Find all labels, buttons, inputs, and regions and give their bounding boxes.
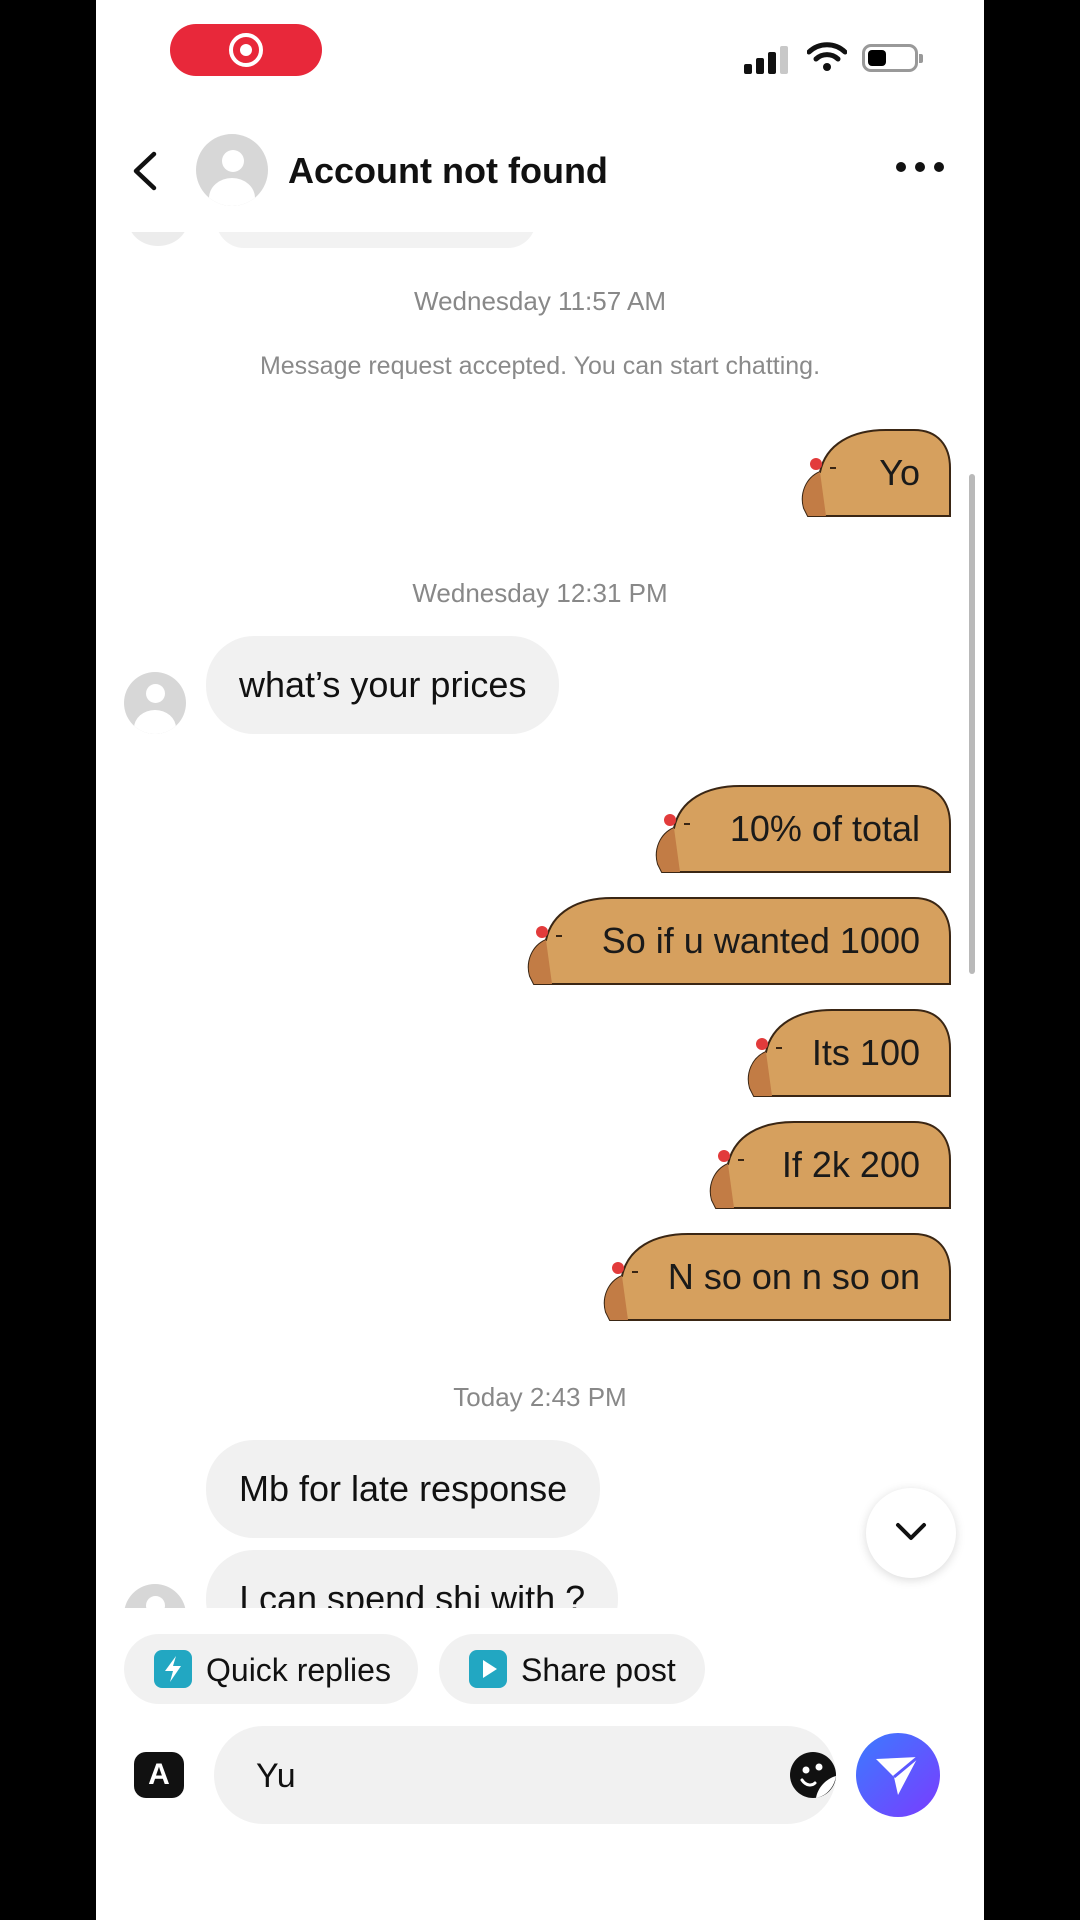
- send-button[interactable]: [856, 1733, 940, 1817]
- sticker-message[interactable]: Its 100: [742, 1004, 954, 1104]
- scrollbar[interactable]: [969, 474, 975, 974]
- message-bubble[interactable]: what’s your prices: [206, 636, 560, 734]
- share-post-button[interactable]: Share post: [439, 1634, 705, 1704]
- avatar[interactable]: [196, 134, 268, 206]
- sticker-icon[interactable]: [788, 1750, 838, 1800]
- message-text: 10% of total: [729, 808, 920, 849]
- message-bubble[interactable]: [216, 232, 536, 248]
- sticker-message[interactable]: So if u wanted 1000: [522, 892, 954, 992]
- sticker-message[interactable]: Yo: [796, 424, 954, 524]
- message-list[interactable]: Wednesday 11:57 AM Message request accep…: [96, 232, 984, 1608]
- message-bubble[interactable]: Mb for late response: [206, 1440, 601, 1538]
- signal-icon: [744, 44, 788, 74]
- more-icon[interactable]: [896, 160, 944, 174]
- message-bubble[interactable]: I can spend shi with ?: [206, 1550, 619, 1608]
- share-post-label: Share post: [521, 1652, 676, 1688]
- scroll-to-bottom-button[interactable]: [866, 1488, 956, 1578]
- message-text: Yo: [879, 452, 920, 493]
- quick-replies-label: Quick replies: [206, 1652, 391, 1688]
- wifi-icon: [807, 42, 847, 71]
- chevron-down-icon: [896, 1523, 926, 1540]
- system-notice: Message request accepted. You can start …: [259, 352, 821, 380]
- message-text: If 2k 200: [781, 1144, 920, 1185]
- send-icon: [876, 1755, 919, 1795]
- sticker-message[interactable]: N so on n so on: [598, 1228, 954, 1328]
- play-icon: [469, 1650, 507, 1688]
- message-input[interactable]: [254, 1752, 718, 1800]
- quick-replies-button[interactable]: Quick replies: [124, 1634, 418, 1704]
- record-icon: [229, 33, 263, 67]
- page-title[interactable]: Account not found: [288, 150, 608, 192]
- bolt-icon: [154, 1650, 192, 1688]
- message-composer[interactable]: [214, 1726, 836, 1824]
- message-text: Its 100: [811, 1032, 920, 1073]
- message-text: N so on n so on: [667, 1256, 920, 1297]
- back-icon[interactable]: [130, 150, 160, 192]
- screen-record-indicator[interactable]: [170, 24, 322, 76]
- sticker-message[interactable]: 10% of total: [650, 780, 954, 880]
- battery-icon: [862, 44, 923, 72]
- avatar[interactable]: [124, 1584, 186, 1608]
- avatar[interactable]: [124, 672, 186, 734]
- keyboard-switch-icon[interactable]: A: [134, 1752, 184, 1798]
- message-text: So if u wanted 1000: [601, 920, 920, 961]
- avatar: [128, 232, 188, 246]
- timestamp: Wednesday 12:31 PM: [412, 578, 668, 608]
- timestamp: Today 2:43 PM: [453, 1382, 627, 1412]
- phone-screen: Account not found Wednesday 11:57 AM Mes…: [96, 0, 984, 1920]
- sticker-message[interactable]: If 2k 200: [704, 1116, 954, 1216]
- timestamp: Wednesday 11:57 AM: [414, 286, 666, 316]
